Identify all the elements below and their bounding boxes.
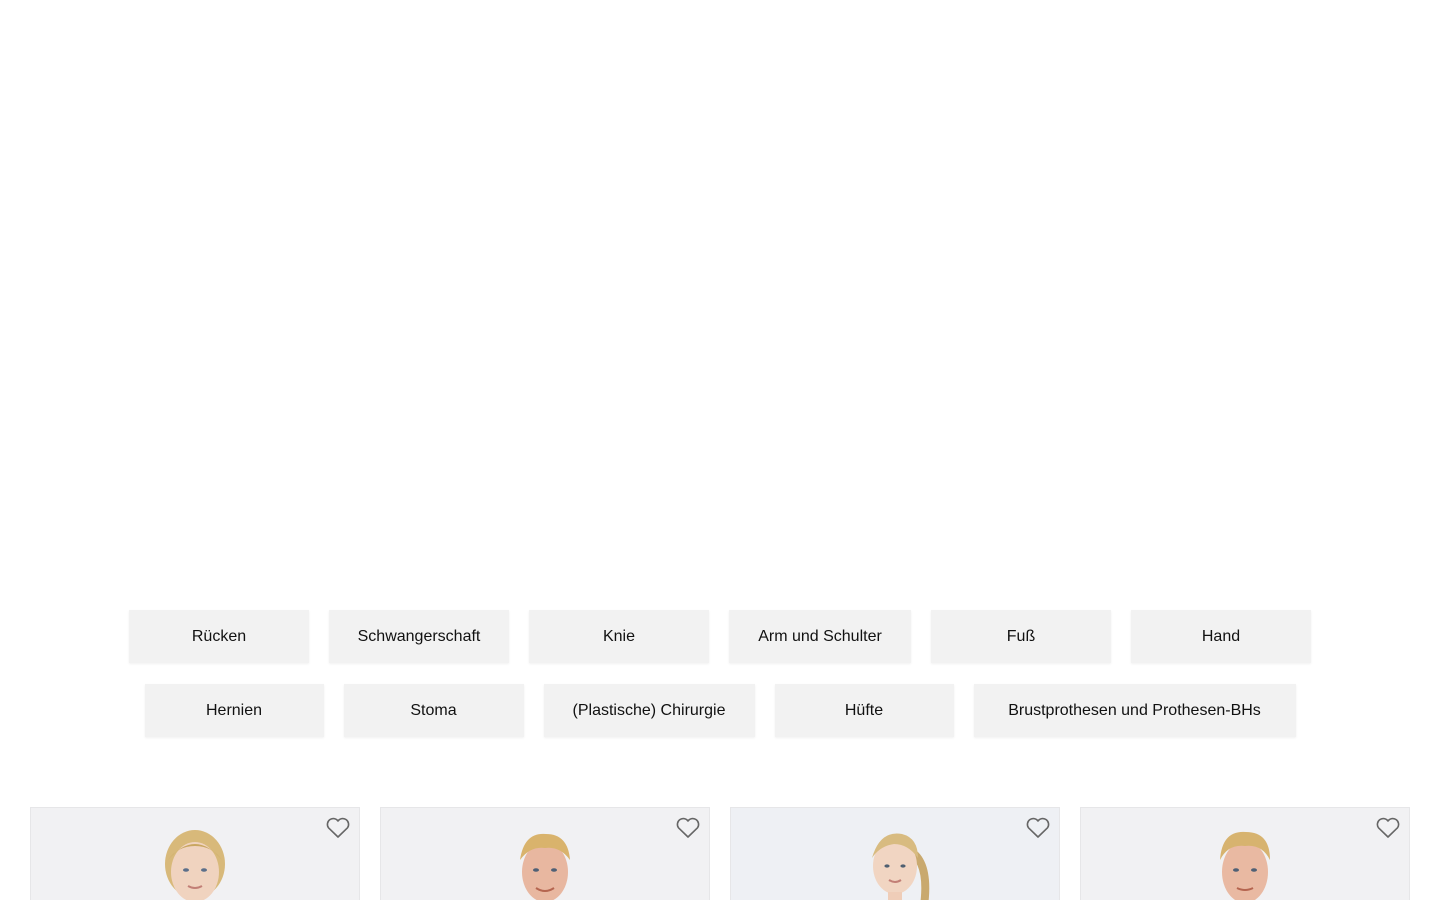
product-image-woman-ponytail[interactable] — [850, 820, 940, 900]
heart-icon[interactable] — [1025, 816, 1051, 840]
product-image-man[interactable] — [500, 820, 590, 900]
product-card[interactable] — [380, 807, 710, 900]
category-row-1: Rücken Schwangerschaft Knie Arm und Schu… — [0, 610, 1440, 663]
heart-icon[interactable] — [675, 816, 701, 840]
product-card[interactable] — [30, 807, 360, 900]
product-grid — [30, 807, 1410, 900]
category-button-arm-und-schulter[interactable]: Arm und Schulter — [729, 610, 911, 663]
page: Rücken Schwangerschaft Knie Arm und Schu… — [0, 0, 1440, 900]
product-card[interactable] — [1080, 807, 1410, 900]
product-card[interactable] — [730, 807, 1060, 900]
product-image-woman[interactable] — [150, 820, 240, 900]
heart-icon[interactable] — [1375, 816, 1401, 840]
category-button-knie[interactable]: Knie — [529, 610, 709, 663]
category-button-plastische-chirurgie[interactable]: (Plastische) Chirurgie — [543, 684, 755, 737]
category-button-stoma[interactable]: Stoma — [343, 684, 524, 737]
category-button-schwangerschaft[interactable]: Schwangerschaft — [329, 610, 509, 663]
hero-placeholder — [0, 0, 1440, 590]
category-button-ruecken[interactable]: Rücken — [129, 610, 309, 663]
product-image-man-2[interactable] — [1200, 820, 1290, 900]
category-button-fuss[interactable]: Fuß — [931, 610, 1111, 663]
category-button-huefte[interactable]: Hüfte — [774, 684, 954, 737]
category-button-hand[interactable]: Hand — [1131, 610, 1311, 663]
category-row-2: Hernien Stoma (Plastische) Chirurgie Hüf… — [0, 684, 1440, 737]
heart-icon[interactable] — [325, 816, 351, 840]
category-button-brustprothesen[interactable]: Brustprothesen und Prothesen-BHs — [973, 684, 1296, 737]
category-button-hernien[interactable]: Hernien — [144, 684, 324, 737]
